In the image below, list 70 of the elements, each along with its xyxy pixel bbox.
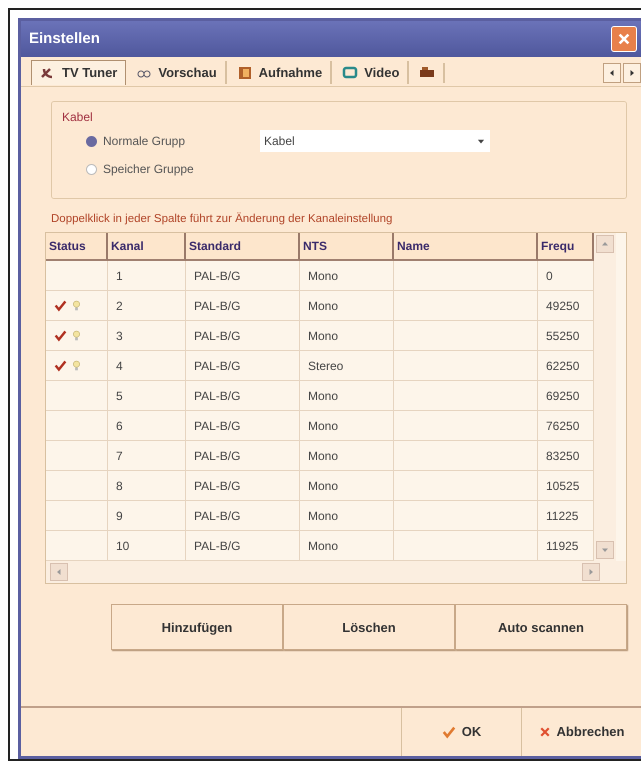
check-icon [54, 329, 67, 342]
table-cell: 2 [108, 291, 186, 322]
close-icon [617, 32, 631, 46]
table-cell: Stereo [300, 351, 394, 382]
bulb-icon [71, 359, 82, 372]
check-icon [442, 725, 456, 739]
bulb-icon [71, 299, 82, 312]
cancel-button[interactable]: Abbrechen [521, 708, 641, 756]
table-cell: 5 [108, 381, 186, 412]
table-cell: PAL-B/G [186, 501, 300, 532]
table-cell: PAL-B/G [186, 411, 300, 442]
table-cell: 9 [108, 501, 186, 532]
scroll-left-button[interactable] [603, 62, 621, 82]
table-cell: PAL-B/G [186, 261, 300, 292]
table-cell: PAL-B/G [186, 381, 300, 412]
table-cell: 1 [108, 261, 186, 292]
column-header[interactable]: Standard [186, 233, 300, 262]
tab[interactable]: Aufnahme [228, 60, 332, 84]
table-cell: Mono [300, 411, 394, 442]
caret-right-icon [628, 68, 636, 76]
radio-option[interactable]: Speicher Gruppe [86, 160, 194, 178]
table-cell: PAL-B/G [186, 441, 300, 472]
check-icon [54, 299, 67, 312]
table-cell: PAL-B/G [186, 351, 300, 382]
window-title: Einstellen [29, 28, 100, 49]
column-header[interactable]: Frequ [538, 233, 594, 262]
table-cell: Mono [300, 261, 394, 292]
group-title: Kabel [62, 109, 94, 126]
tab[interactable]: Video [334, 60, 410, 84]
scroll-down-button[interactable] [596, 541, 614, 560]
table-cell: Mono [300, 471, 394, 502]
caret-left-icon [608, 68, 616, 76]
column-header[interactable]: Name [394, 233, 538, 262]
table-cell: 7 [108, 441, 186, 472]
scroll-up-button[interactable] [596, 235, 614, 254]
table-cell: 3 [108, 321, 186, 352]
column-header[interactable]: Status [46, 233, 108, 262]
table-cell: PAL-B/G [186, 321, 300, 352]
action-button[interactable]: Löschen [283, 604, 455, 650]
column-header[interactable]: NTS [300, 233, 394, 262]
table-cell: Mono [300, 381, 394, 412]
close-button[interactable] [611, 26, 637, 52]
table-cell: 6 [108, 411, 186, 442]
bulb-icon [71, 329, 82, 342]
film-icon [236, 64, 253, 80]
radio-option[interactable]: Normale Grupp [86, 132, 236, 150]
dropdown[interactable]: Kabel [260, 130, 490, 152]
table-cell: PAL-B/G [186, 471, 300, 502]
action-button[interactable]: Hinzufügen [111, 604, 283, 650]
table-cell: Mono [300, 321, 394, 352]
caret-down-icon [601, 546, 609, 554]
table-cell: Mono [300, 441, 394, 472]
hint-text: Doppelklick in jeder Spalte führt zur Änderung der Kanaleinstellung [51, 211, 394, 227]
table-cell: Mono [300, 501, 394, 532]
table-cell: Mono [300, 291, 394, 322]
caret-up-icon [601, 240, 609, 248]
table-cell: 8 [108, 471, 186, 502]
check-icon [54, 359, 67, 372]
action-button[interactable]: Auto scannen [455, 604, 627, 650]
monitor-icon [342, 64, 358, 80]
table-cell: 4 [108, 351, 186, 382]
caret-right-icon [587, 568, 595, 576]
ok-button[interactable]: OK [401, 708, 521, 756]
table-cell: PAL-B/G [186, 291, 300, 322]
tab[interactable]: Vorschau [128, 60, 227, 84]
close-icon [538, 726, 551, 738]
tab[interactable]: TV Tuner [31, 60, 126, 85]
column-header[interactable]: Kanal [108, 233, 186, 262]
scroll-right-button[interactable] [623, 62, 641, 82]
caret-left-icon [55, 568, 63, 576]
